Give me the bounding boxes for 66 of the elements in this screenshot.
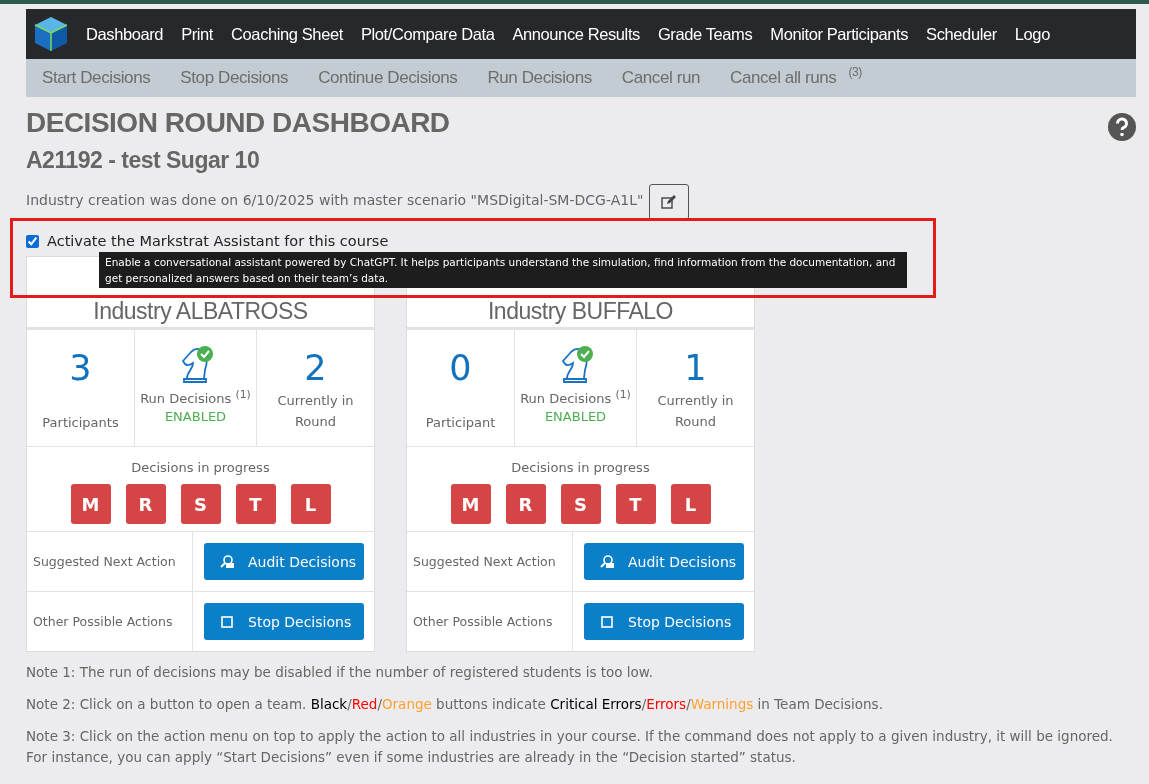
page-title: DECISION ROUND DASHBOARD: [26, 107, 450, 139]
action-menu-link[interactable]: Start Decisions: [42, 65, 151, 91]
team-button[interactable]: L: [290, 484, 331, 524]
action-menu-link[interactable]: Continue Decisions: [318, 65, 458, 91]
nav-link[interactable]: Plot/Compare Data: [360, 24, 495, 44]
industry-title: Industry BUFFALO: [488, 298, 673, 324]
suggested-label: Suggested Next Action: [33, 554, 176, 569]
help-icon[interactable]: [1108, 113, 1136, 141]
action-menu-link[interactable]: Cancel all runs (3): [730, 65, 862, 91]
other-label: Other Possible Actions: [413, 614, 553, 629]
team-button[interactable]: M: [450, 484, 491, 524]
round-number: 1: [684, 347, 707, 390]
audit-button[interactable]: Audit Decisions: [204, 543, 364, 580]
nav-link[interactable]: Scheduler: [926, 24, 997, 44]
nav-link[interactable]: Coaching Sheet: [231, 24, 343, 44]
nav-link[interactable]: Print: [181, 24, 214, 44]
team-button[interactable]: R: [505, 484, 546, 524]
edit-icon: [661, 195, 678, 209]
run-status: ENABLED: [164, 409, 227, 425]
stop-button[interactable]: Stop Decisions: [204, 603, 364, 640]
participants-label: Participants: [42, 414, 119, 432]
nav-link[interactable]: Logo: [1014, 24, 1050, 44]
action-menu-link[interactable]: Stop Decisions: [180, 65, 289, 91]
tooltip: Enable a conversational assistant powered by ChatGPT. It helps participants understand the simulation, find information from the documentation, and get personalized answers based on their team’s data.: [99, 252, 907, 288]
suggested-label: Suggested Next Action: [413, 554, 556, 569]
action-menu-link[interactable]: Cancel run: [621, 65, 701, 91]
team-button[interactable]: L: [670, 484, 711, 524]
progress-label: Decisions in progress: [511, 459, 650, 477]
action-menu-link[interactable]: Run Decisions: [487, 65, 592, 91]
run-status: ENABLED: [544, 409, 607, 425]
team-button[interactable]: T: [235, 484, 276, 524]
assistant-label: Activate the Markstrat Assistant for this course: [47, 233, 389, 249]
course-title: A21192 - test Sugar 10: [26, 147, 260, 174]
team-button[interactable]: S: [560, 484, 601, 524]
stop-button[interactable]: Stop Decisions: [584, 603, 744, 640]
progress-label: Decisions in progress: [131, 459, 270, 477]
run-decisions-label: Run Decisions $^{(1)}$: [140, 387, 251, 409]
nav-link[interactable]: Grade Teams: [657, 24, 753, 44]
team-button[interactable]: S: [180, 484, 221, 524]
run-decisions-label: Run Decisions $^{(1)}$: [520, 387, 631, 409]
audit-button[interactable]: Audit Decisions: [584, 543, 744, 580]
nav-link[interactable]: Dashboard: [86, 24, 164, 44]
round-label: Currently in Round: [656, 392, 735, 431]
assistant-checkbox[interactable]: [26, 234, 39, 248]
cube-logo-icon: [34, 16, 68, 52]
nav-link[interactable]: Announce Results: [512, 24, 640, 44]
team-button[interactable]: R: [125, 484, 166, 524]
team-button[interactable]: M: [70, 484, 111, 524]
round-label: Currently in Round: [276, 392, 355, 431]
note-text: Note 3: Click on the action menu on top to apply the action to all industries in your course. If the command does not apply to a given industry, it will be ignored. For instance, you can apply “Start Decisions” even if some industries are already in the “Decision started” status.: [26, 727, 1114, 767]
nav-link[interactable]: Monitor Participants: [770, 24, 909, 44]
other-label: Other Possible Actions: [33, 614, 173, 629]
magnifier-icon: [600, 554, 614, 569]
industry-title: Industry ALBATROSS: [93, 298, 308, 324]
creation-note: Industry creation was done on 6/10/2025 with master scenario "MSDigital-SM-DCG-A1L": [26, 192, 644, 208]
note-text: Note 2: Click on a button to open a team. Black/Red/Orange buttons indicate Critical Errors/Errors/Warnings in Team Decisions.: [26, 695, 884, 714]
participants-count: 3: [69, 347, 92, 390]
participants-label: Participant: [425, 414, 496, 432]
square-icon: [220, 614, 234, 629]
square-icon: [600, 614, 614, 629]
round-number: 2: [304, 347, 327, 390]
note-text: Note 1: The run of decisions may be disabled if the number of registered students is too low.: [26, 663, 654, 682]
participants-count: 0: [449, 347, 472, 390]
edit-button[interactable]: [649, 184, 690, 220]
team-button[interactable]: T: [615, 484, 656, 524]
magnifier-icon: [220, 554, 234, 569]
